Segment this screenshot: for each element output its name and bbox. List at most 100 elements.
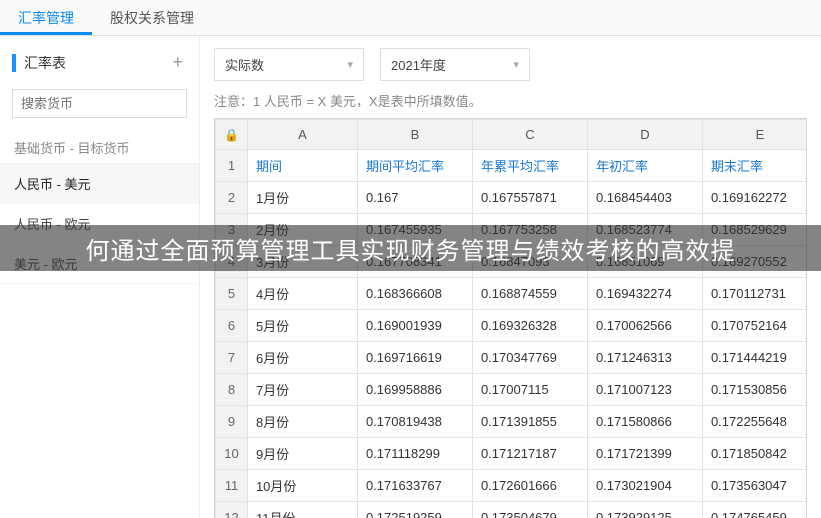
row-number: 12 — [216, 502, 248, 518]
table-row: 32月份0.1674559350.1677532580.1685237740.1… — [216, 214, 808, 246]
chevron-down-icon: ▾ — [513, 58, 519, 71]
cell-avg-period[interactable]: 0.171118299 — [357, 438, 472, 470]
year-value: 2021年度 — [391, 55, 446, 74]
currency-item-0[interactable]: 人民币 - 美元 — [0, 164, 199, 204]
cell-start-year[interactable]: 0.168523774 — [587, 214, 702, 246]
cell-avg-year[interactable]: 0.167557871 — [472, 182, 587, 214]
row-number: 3 — [216, 214, 248, 246]
lock-icon: 🔒 — [224, 128, 239, 142]
cell-start-year[interactable]: 0.171246313 — [587, 342, 702, 374]
table-row: 109月份0.1711182990.1712171870.1717213990.… — [216, 438, 808, 470]
cell-avg-year[interactable]: 0.171217187 — [472, 438, 587, 470]
table-row: 1110月份0.1716337670.1726016660.1730219040… — [216, 470, 808, 502]
row-number: 9 — [216, 406, 248, 438]
row-number: 6 — [216, 310, 248, 342]
cell-avg-period[interactable]: 0.167455935 — [357, 214, 472, 246]
currency-item-1[interactable]: 人民币 - 欧元 — [0, 204, 199, 244]
cell-avg-period[interactable]: 0.171633767 — [357, 470, 472, 502]
cell-period[interactable]: 11月份 — [247, 502, 357, 518]
cell-avg-year[interactable]: 年累平均汇率 — [472, 150, 587, 182]
cell-end-period[interactable]: 0.169162272 — [702, 182, 807, 214]
row-number: 10 — [216, 438, 248, 470]
table-row: 1期间期间平均汇率年累平均汇率年初汇率期末汇率 — [216, 150, 808, 182]
cell-period[interactable]: 10月份 — [247, 470, 357, 502]
cell-start-year[interactable]: 0.171721399 — [587, 438, 702, 470]
search-input[interactable] — [12, 89, 187, 118]
cell-start-year[interactable]: 0.169432274 — [587, 278, 702, 310]
cell-end-period[interactable]: 0.170752164 — [702, 310, 807, 342]
cell-end-period[interactable]: 0.171850842 — [702, 438, 807, 470]
cell-avg-year[interactable]: 0.168874559 — [472, 278, 587, 310]
cell-start-year[interactable]: 0.16851069 — [587, 246, 702, 278]
tab-rate-mgmt[interactable]: 汇率管理 — [0, 0, 92, 35]
cell-avg-year[interactable]: 0.171391855 — [472, 406, 587, 438]
cell-start-year[interactable]: 0.171580866 — [587, 406, 702, 438]
row-number: 1 — [216, 150, 248, 182]
cell-avg-year[interactable]: 0.170347769 — [472, 342, 587, 374]
add-icon[interactable]: + — [172, 52, 183, 73]
content-area: 实际数 ▾ 2021年度 ▾ 注意：1 人民币 = X 美元，X是表中所填数值。… — [200, 36, 821, 518]
data-type-dropdown[interactable]: 实际数 ▾ — [214, 48, 364, 81]
cell-period[interactable]: 9月份 — [247, 438, 357, 470]
cell-start-year[interactable]: 0.171007123 — [587, 374, 702, 406]
currency-list-header: 基础货币 - 目标货币 — [0, 132, 199, 164]
cell-avg-period[interactable]: 0.169958886 — [357, 374, 472, 406]
accent-bar — [12, 54, 16, 72]
cell-avg-period[interactable]: 0.168366608 — [357, 278, 472, 310]
data-type-value: 实际数 — [225, 55, 264, 74]
cell-period[interactable]: 3月份 — [247, 246, 357, 278]
cell-avg-year[interactable]: 0.17007115 — [472, 374, 587, 406]
cell-period[interactable]: 8月份 — [247, 406, 357, 438]
cell-period[interactable]: 5月份 — [247, 310, 357, 342]
cell-end-period[interactable]: 0.172255648 — [702, 406, 807, 438]
cell-start-year[interactable]: 0.173929125 — [587, 502, 702, 518]
cell-end-period[interactable]: 期末汇率 — [702, 150, 807, 182]
table-row: 65月份0.1690019390.1693263280.1700625660.1… — [216, 310, 808, 342]
cell-avg-year[interactable]: 0.167753258 — [472, 214, 587, 246]
cell-avg-year[interactable]: 0.169326328 — [472, 310, 587, 342]
cell-period[interactable]: 4月份 — [247, 278, 357, 310]
cell-end-period[interactable]: 0.171530856 — [702, 374, 807, 406]
cell-end-period[interactable]: 0.173563047 — [702, 470, 807, 502]
cell-end-period[interactable]: 0.171444219 — [702, 342, 807, 374]
table-row: 54月份0.1683666080.1688745590.1694322740.1… — [216, 278, 808, 310]
col-B: B — [357, 120, 472, 150]
table-row: 76月份0.1697166190.1703477690.1712463130.1… — [216, 342, 808, 374]
table-row: 21月份0.1670.1675578710.1684544030.1691622… — [216, 182, 808, 214]
cell-avg-period[interactable]: 0.169001939 — [357, 310, 472, 342]
cell-period[interactable]: 期间 — [247, 150, 357, 182]
cell-avg-period[interactable]: 0.170819438 — [357, 406, 472, 438]
cell-period[interactable]: 7月份 — [247, 374, 357, 406]
cell-avg-year[interactable]: 0.16847093 — [472, 246, 587, 278]
col-D: D — [587, 120, 702, 150]
row-number: 4 — [216, 246, 248, 278]
cell-avg-period[interactable]: 期间平均汇率 — [357, 150, 472, 182]
cell-avg-year[interactable]: 0.173504679 — [472, 502, 587, 518]
cell-avg-period[interactable]: 0.172519259 — [357, 502, 472, 518]
cell-end-period[interactable]: 0.168529629 — [702, 214, 807, 246]
cell-start-year[interactable]: 0.173021904 — [587, 470, 702, 502]
cell-start-year[interactable]: 年初汇率 — [587, 150, 702, 182]
cell-period[interactable]: 2月份 — [247, 214, 357, 246]
rate-table[interactable]: 🔒 A B C D E 1期间期间平均汇率年累平均汇率年初汇率期末汇率21月份0… — [214, 118, 807, 518]
cell-avg-period[interactable]: 0.169716619 — [357, 342, 472, 374]
lock-header: 🔒 — [216, 120, 248, 150]
row-number: 7 — [216, 342, 248, 374]
cell-end-period[interactable]: 0.170112731 — [702, 278, 807, 310]
cell-period[interactable]: 6月份 — [247, 342, 357, 374]
cell-start-year[interactable]: 0.170062566 — [587, 310, 702, 342]
cell-start-year[interactable]: 0.168454403 — [587, 182, 702, 214]
cell-end-period[interactable]: 0.169270552 — [702, 246, 807, 278]
cell-avg-period[interactable]: 0.167 — [357, 182, 472, 214]
cell-avg-period[interactable]: 0.167708341 — [357, 246, 472, 278]
row-number: 11 — [216, 470, 248, 502]
currency-item-2[interactable]: 美元 - 欧元 — [0, 244, 199, 284]
col-A: A — [247, 120, 357, 150]
cell-end-period[interactable]: 0.174765459 — [702, 502, 807, 518]
row-number: 8 — [216, 374, 248, 406]
tab-equity-mgmt[interactable]: 股权关系管理 — [92, 0, 212, 35]
cell-period[interactable]: 1月份 — [247, 182, 357, 214]
cell-avg-year[interactable]: 0.172601666 — [472, 470, 587, 502]
chevron-down-icon: ▾ — [347, 58, 353, 71]
year-dropdown[interactable]: 2021年度 ▾ — [380, 48, 530, 81]
